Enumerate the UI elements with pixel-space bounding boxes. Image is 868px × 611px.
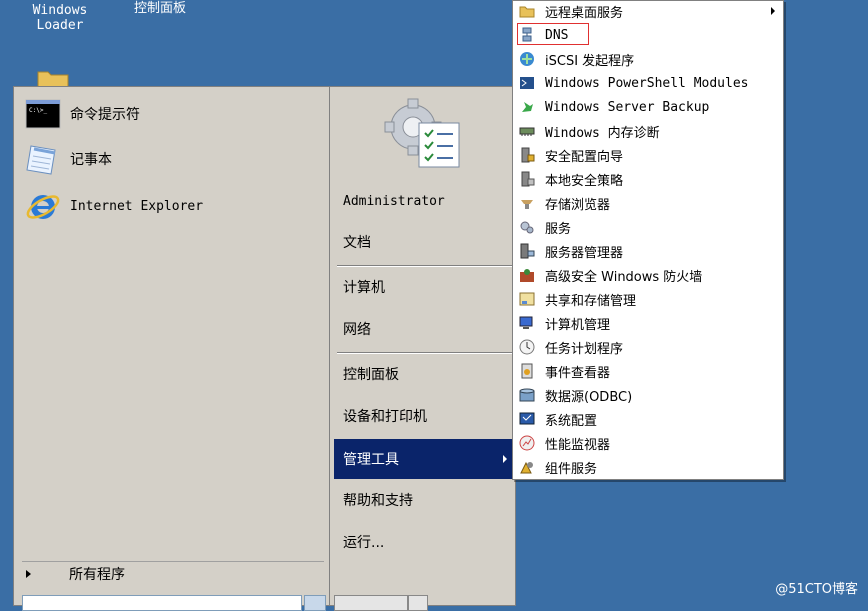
all-programs-button[interactable]: 所有程序: [22, 561, 324, 586]
server-manager-icon: [517, 242, 537, 260]
services-icon: [517, 218, 537, 236]
menu-item-network[interactable]: 网络: [341, 309, 513, 349]
admin-tools-submenu: 远程桌面服务 DNS iSCSI 发起程序 Windows PowerShell…: [512, 0, 784, 480]
shutdown-button[interactable]: [334, 595, 408, 611]
notepad-icon: [24, 140, 62, 178]
computer-management-icon: [517, 314, 537, 332]
start-menu: C:\>_ 命令提示符 记事本 Internet Explorer 所有程序 A…: [13, 86, 516, 611]
program-item-cmd[interactable]: C:\>_ 命令提示符: [24, 94, 140, 134]
submenu-item-server-backup[interactable]: Windows Server Backup: [513, 95, 783, 119]
menu-item-documents[interactable]: 文档: [341, 222, 513, 262]
submenu-item-component-services[interactable]: 组件服务: [513, 455, 783, 479]
event-viewer-icon: [517, 362, 537, 380]
chevron-right-icon: [503, 455, 507, 463]
desktop-icon-windows-loader-label[interactable]: Windows Loader: [20, 3, 100, 33]
shutdown-options-button[interactable]: [408, 595, 428, 611]
submenu-item-storage-explorer[interactable]: 存储浏览器: [513, 191, 783, 215]
submenu-item-computer-management[interactable]: 计算机管理: [513, 311, 783, 335]
submenu-item-iscsi[interactable]: iSCSI 发起程序: [513, 47, 783, 71]
submenu-item-memory-diagnostic[interactable]: Windows 内存诊断: [513, 119, 783, 143]
cmd-icon: C:\>_: [24, 95, 62, 133]
submenu-item-task-scheduler[interactable]: 任务计划程序: [513, 335, 783, 359]
firewall-icon: [517, 266, 537, 284]
submenu-item-security-config-wizard[interactable]: 安全配置向导: [513, 143, 783, 167]
performance-monitor-icon: [517, 434, 537, 452]
folder-icon: [517, 2, 537, 20]
submenu-item-powershell-modules[interactable]: Windows PowerShell Modules: [513, 71, 783, 95]
program-label: 记事本: [70, 152, 112, 168]
submenu-item-share-storage[interactable]: 共享和存储管理: [513, 287, 783, 311]
submenu-item-firewall[interactable]: 高级安全 Windows 防火墙: [513, 263, 783, 287]
all-programs-label: 所有程序: [69, 567, 125, 583]
task-scheduler-icon: [517, 338, 537, 356]
start-menu-right-pane: Administrator 文档 计算机 网络 控制面板 设备和打印机 管理工具…: [331, 87, 515, 611]
chevron-right-icon: [771, 7, 775, 15]
menu-item-admin-tools[interactable]: 管理工具: [334, 439, 515, 479]
watermark: @51CTO博客: [775, 582, 858, 597]
desktop-icon-control-panel-label[interactable]: 控制面板: [120, 1, 200, 16]
admin-tools-picture-icon: [383, 93, 465, 177]
submenu-item-event-viewer[interactable]: 事件查看器: [513, 359, 783, 383]
local-policy-icon: [517, 170, 537, 188]
menu-item-devices-printers[interactable]: 设备和打印机: [341, 396, 513, 436]
memory-icon: [517, 122, 537, 140]
pane-divider: [329, 87, 330, 605]
share-storage-icon: [517, 290, 537, 308]
submenu-item-services[interactable]: 服务: [513, 215, 783, 239]
menu-item-control-panel[interactable]: 控制面板: [341, 354, 513, 394]
search-icon[interactable]: [304, 595, 326, 611]
system-config-icon: [517, 410, 537, 428]
program-label: Internet Explorer: [70, 198, 204, 214]
submenu-item-system-config[interactable]: 系统配置: [513, 407, 783, 431]
arrow-right-icon: [26, 570, 31, 578]
iscsi-icon: [517, 50, 537, 68]
submenu-item-local-security-policy[interactable]: 本地安全策略: [513, 167, 783, 191]
submenu-item-server-manager[interactable]: 服务器管理器: [513, 239, 783, 263]
menu-item-computer[interactable]: 计算机: [341, 267, 513, 307]
submenu-item-performance-monitor[interactable]: 性能监视器: [513, 431, 783, 455]
program-label: 命令提示符: [70, 107, 140, 123]
security-wizard-icon: [517, 146, 537, 164]
menu-item-help-support[interactable]: 帮助和支持: [341, 480, 513, 520]
start-menu-left-pane: C:\>_ 命令提示符 记事本 Internet Explorer 所有程序: [14, 87, 330, 611]
submenu-item-dns[interactable]: DNS: [513, 23, 783, 47]
submenu-item-remote-desktop-services[interactable]: 远程桌面服务: [513, 0, 783, 23]
search-input[interactable]: [22, 595, 302, 611]
program-item-ie[interactable]: Internet Explorer: [24, 186, 203, 226]
menu-item-administrator[interactable]: Administrator: [341, 181, 513, 221]
powershell-icon: [517, 74, 537, 92]
storage-explorer-icon: [517, 194, 537, 212]
component-services-icon: [517, 458, 537, 476]
menu-item-run[interactable]: 运行...: [341, 522, 513, 562]
submenu-item-odbc[interactable]: 数据源(ODBC): [513, 383, 783, 407]
odbc-icon: [517, 386, 537, 404]
program-item-notepad[interactable]: 记事本: [24, 139, 112, 179]
ie-icon: [24, 187, 62, 225]
dns-icon: [517, 26, 537, 44]
svg-text:C:\>_: C:\>_: [29, 107, 47, 114]
backup-icon: [517, 98, 537, 116]
